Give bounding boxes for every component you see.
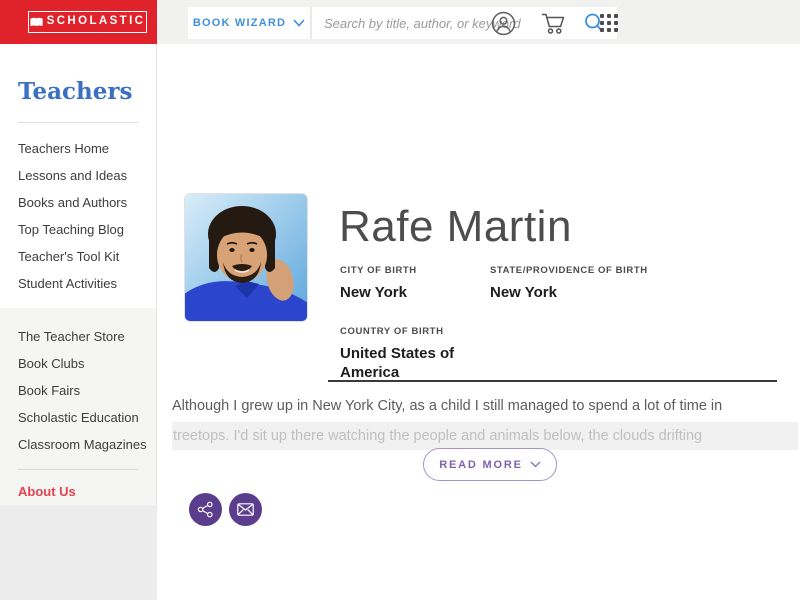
read-more-button[interactable]: READ MORE bbox=[423, 448, 557, 481]
field-value: United States of America bbox=[340, 345, 455, 381]
sidebar-item-classroom-magazines[interactable]: Classroom Magazines bbox=[18, 431, 148, 458]
apps-grid-button[interactable] bbox=[596, 10, 622, 36]
sidebar-item-the-teacher-store[interactable]: The Teacher Store bbox=[18, 323, 148, 350]
field-city-of-birth: CITY OF BIRTH New York bbox=[340, 265, 417, 302]
sidebar-item-top-teaching-blog[interactable]: Top Teaching Blog bbox=[18, 216, 148, 243]
sidebar-item-about-us[interactable]: About Us bbox=[18, 478, 148, 505]
bio-text-line2-faded: treetops. I'd sit up there watching the … bbox=[172, 422, 798, 450]
sidebar-item-book-clubs[interactable]: Book Clubs bbox=[18, 350, 148, 377]
sidebar-item-lessons-and-ideas[interactable]: Lessons and Ideas bbox=[18, 162, 148, 189]
grid-dots-icon bbox=[600, 14, 618, 32]
sidebar-item-student-activities[interactable]: Student Activities bbox=[18, 270, 148, 297]
field-label: COUNTRY OF BIRTH bbox=[340, 326, 444, 337]
field-value: New York bbox=[490, 284, 557, 301]
sidebar-item-books-and-authors[interactable]: Books and Authors bbox=[18, 189, 148, 216]
share-icon bbox=[197, 501, 213, 518]
cart-button[interactable] bbox=[540, 10, 566, 36]
sidebar-divider bbox=[18, 122, 138, 123]
author-bio: Although I grew up in New York City, as … bbox=[172, 394, 798, 450]
logo-text: SCHOLASTIC bbox=[46, 15, 146, 28]
open-book-icon bbox=[30, 17, 43, 27]
author-portrait-image bbox=[185, 194, 307, 321]
book-wizard-label: BOOK WIZARD bbox=[192, 17, 287, 29]
author-photo bbox=[184, 193, 308, 322]
sidebar-primary-section: Teachers Teachers Home Lessons and Ideas… bbox=[0, 44, 156, 308]
user-circle-icon bbox=[491, 11, 515, 35]
section-divider bbox=[328, 380, 777, 382]
email-button[interactable] bbox=[229, 493, 262, 526]
scholastic-logo[interactable]: SCHOLASTIC bbox=[0, 0, 157, 44]
field-country-of-birth: COUNTRY OF BIRTH United States of Americ… bbox=[340, 326, 490, 382]
read-more-label: READ MORE bbox=[439, 458, 523, 471]
sidebar-item-book-fairs[interactable]: Book Fairs bbox=[18, 377, 148, 404]
sidebar-item-teachers-tool-kit[interactable]: Teacher's Tool Kit bbox=[18, 243, 148, 270]
field-label: CITY OF BIRTH bbox=[340, 265, 417, 276]
sidebar: Teachers Teachers Home Lessons and Ideas… bbox=[0, 44, 157, 505]
field-state-of-birth: STATE/PROVIDENCE OF BIRTH New York bbox=[490, 265, 648, 302]
search-input[interactable] bbox=[312, 7, 571, 39]
bio-text-line1: Although I grew up in New York City, as … bbox=[172, 398, 723, 414]
book-wizard-dropdown[interactable]: BOOK WIZARD bbox=[188, 7, 312, 39]
envelope-icon bbox=[237, 503, 254, 516]
author-profile-panel: Rafe Martin CITY OF BIRTH New York STATE… bbox=[157, 44, 800, 600]
field-value: New York bbox=[340, 284, 407, 301]
logo-box: SCHOLASTIC bbox=[28, 11, 147, 33]
account-button[interactable] bbox=[490, 10, 516, 36]
sidebar-title-teachers[interactable]: Teachers bbox=[18, 78, 148, 105]
shopping-cart-icon bbox=[542, 13, 565, 34]
sidebar-item-scholastic-education[interactable]: Scholastic Education bbox=[18, 404, 148, 431]
share-button[interactable] bbox=[189, 493, 222, 526]
sidebar-secondary-section: The Teacher Store Book Clubs Book Fairs … bbox=[0, 308, 156, 505]
sidebar-item-teachers-home[interactable]: Teachers Home bbox=[18, 135, 148, 162]
social-buttons bbox=[189, 493, 262, 526]
sidebar-divider bbox=[18, 469, 138, 470]
field-label: STATE/PROVIDENCE OF BIRTH bbox=[490, 265, 648, 276]
chevron-down-icon bbox=[293, 19, 305, 27]
author-name: Rafe Martin bbox=[339, 202, 572, 251]
chevron-down-icon bbox=[530, 461, 541, 468]
